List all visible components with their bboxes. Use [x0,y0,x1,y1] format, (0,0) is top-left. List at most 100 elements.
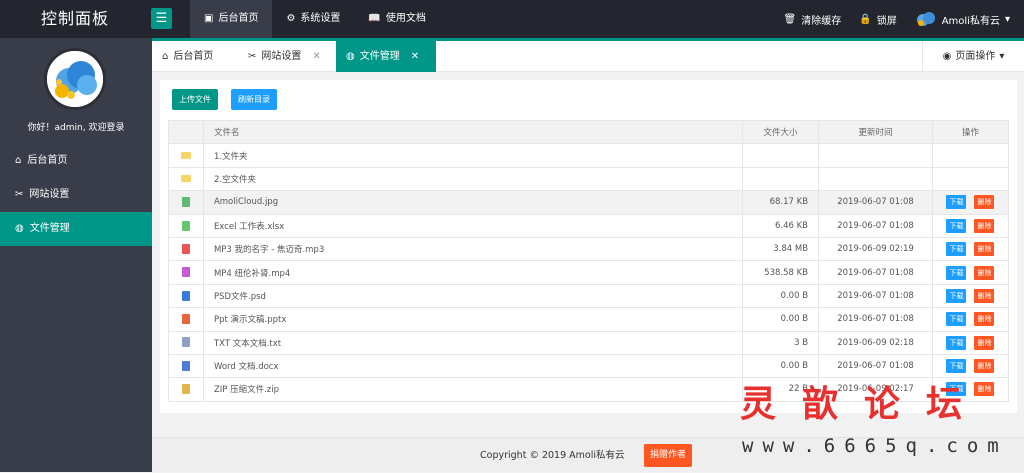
lock-icon: 🔒 [859,13,872,25]
table-row[interactable]: TXT 文本文档.txt 3 B 2019-06-09 02:18 下载 删除 [168,330,1010,355]
brand-title[interactable]: 控制面板 [0,0,150,38]
download-button[interactable]: 下载 [946,312,967,327]
delete-button[interactable]: 删除 [974,382,995,397]
table-row[interactable]: MP4 纽伦补肾.mp4 538.58 KB 2019-06-07 01:08 下载删… [168,260,1010,285]
file-time: 2019-06-07 01:08 [818,283,933,309]
page-operations-dropdown[interactable]: ◉ 页面操作 ▾ [922,41,1024,72]
upload-file-button[interactable]: 上传文件 [172,89,218,110]
tab-label: 后台首页 [173,51,214,62]
lock-screen-button[interactable]: 🔒 锁屏 [859,12,896,27]
file-actions [931,143,1010,168]
table-row[interactable]: Ppt 演示文稿.pptx 0.00 B 2019-06-07 01:08 下载 删除 [168,307,1010,332]
close-icon[interactable]: ✕ [411,41,419,72]
sidebar-item-file-manager[interactable]: ◍ 文件管理 [0,212,152,246]
menu-toggle-button[interactable]: ☰ [151,8,172,29]
topnav-item-home[interactable]: ▣ 后台首页 [190,0,273,38]
table-header-row: 文件名 文件大小 更新时间 操作 [168,119,1010,145]
download-button[interactable]: 下载 [946,335,967,350]
sidebar-item-site-settings[interactable]: ✂ 网站设置 [0,178,152,212]
top-bar: 控制面板 ☰ ▣ 后台首页 ⚙ 系统设置 📖 使用文档 🗑 清除缓存 🔒 锁屏 [0,0,1024,38]
delete-button[interactable]: 删除 [974,242,995,257]
file-actions: 下载 删除 [931,307,1010,332]
delete-button[interactable]: 删除 [974,359,995,374]
file-time: 2019-06-09 02:17 [818,377,933,402]
download-button[interactable]: 下载 [946,359,967,374]
topnav-item-docs[interactable]: 📖 使用文档 [354,0,439,38]
download-button[interactable]: 下载 [946,218,967,233]
download-button[interactable]: 下载 [946,288,967,303]
file-name[interactable]: Ppt 演示文稿.pptx [202,307,744,332]
delete-button[interactable]: 删除 [974,288,995,303]
user-menu[interactable]: Amoli私有云 ▾ [915,11,1010,27]
hamburger-icon: ☰ [155,11,168,26]
table-row[interactable]: 2.空文件夹 [168,166,1010,192]
header-time[interactable]: 更新时间 [818,119,933,145]
delete-button[interactable]: 删除 [974,335,995,350]
image-file-icon [181,197,190,208]
tab-file-manager[interactable]: ◍ 文件管理 ✕ [336,41,436,72]
file-name[interactable]: Excel 工作表.xlsx [202,213,744,238]
table-row[interactable]: 1.文件夹 [168,143,1010,168]
file-name[interactable]: MP4 纽伦补肾.mp4 [202,260,744,285]
close-icon[interactable]: ✕ [312,41,320,72]
table-row[interactable]: ZIP 压缩文件.zip 22 B 2019-06-09 02:17 下载 删除 [168,377,1010,402]
file-icon-cell [168,190,204,215]
table-row[interactable]: AmoliCloud.jpg 68.17 KB 2019-06-07 01:08 下载… [168,190,1010,215]
refresh-directory-button[interactable]: 刷新目录 [231,89,277,110]
sidebar-item-label: 网站设置 [29,189,70,200]
home-icon: ⌂ [15,155,22,166]
file-actions: 下载 删除 [931,377,1010,402]
topnav-item-settings[interactable]: ⚙ 系统设置 [272,0,354,38]
file-name[interactable]: AmoliCloud.jpg [202,190,744,215]
table-row[interactable]: PSD文件.psd 0.00 B 2019-06-07 01:08 下载 删除 [168,283,1010,309]
download-button[interactable]: 下载 [946,265,967,280]
download-button[interactable]: 下载 [946,382,967,397]
delete-button[interactable]: 删除 [974,312,995,327]
table-row[interactable]: Word 文档.docx 0.00 B 2019-06-07 01:08 下载 删除 [168,353,1010,379]
txt-file-icon [181,337,190,348]
file-size: 3.84 MB [742,236,820,262]
file-name[interactable]: ZIP 压缩文件.zip [202,377,744,402]
table-row[interactable]: MP3 我的名字 - 焦迈奇.mp3 3.84 MB 2019-06-09 02:1… [168,236,1010,262]
folder-icon [180,151,191,159]
table-row[interactable]: Excel 工作表.xlsx 6.46 KB 2019-06-07 01:08 下载删… [168,213,1010,238]
file-name[interactable]: MP3 我的名字 - 焦迈奇.mp3 [202,236,744,262]
zip-file-icon [181,384,190,395]
header-icon-col [168,119,204,145]
file-name[interactable]: TXT 文本文档.txt [202,330,744,355]
file-table-body: 1.文件夹 2.空文件夹 AmoliCloud.jpg 68.17 KB 2019-06… [168,143,1010,402]
download-button[interactable]: 下载 [946,195,967,210]
file-actions: 下载 删除 [931,190,1010,215]
file-name[interactable]: PSD文件.psd [202,283,744,309]
sidebar-item-label: 后台首页 [27,155,68,166]
footer: Copyright © 2019 Amoli私有云 捐赠作者 [152,437,1024,472]
header-name[interactable]: 文件名 [202,119,744,145]
sidebar-item-home[interactable]: ⌂ 后台首页 [0,144,152,178]
home-icon: ▣ [204,13,214,24]
file-name[interactable]: 1.文件夹 [202,143,744,168]
video-file-icon [181,267,190,278]
clear-cache-button[interactable]: 🗑 清除缓存 [784,12,842,27]
tab-site-settings[interactable]: ✂ 网站设置 ✕ [238,41,336,72]
download-button[interactable]: 下载 [946,242,967,257]
delete-button[interactable]: 删除 [974,195,995,210]
copyright-text: Copyright © 2019 Amoli私有云 [480,450,625,461]
file-panel: 上传文件 刷新目录 文件名 文件大小 更新时间 操作 1.文件夹 2.空文件夹 Am… [160,80,1017,413]
audio-file-icon [181,243,190,254]
tab-home[interactable]: ⌂ 后台首页 [152,41,236,72]
file-actions: 下载 删除 [931,353,1010,379]
delete-button[interactable]: 删除 [974,218,995,233]
psd-file-icon [181,290,190,301]
file-actions: 下载 删除 [931,283,1010,309]
file-name[interactable]: 2.空文件夹 [202,166,744,192]
header-size[interactable]: 文件大小 [742,119,820,145]
cloud-avatar-icon [916,12,935,26]
file-time [818,166,933,192]
globe-icon: ◍ [346,51,355,62]
donate-button[interactable]: 捐赠作者 [644,444,693,467]
file-icon-cell [168,307,204,332]
delete-button[interactable]: 删除 [974,265,995,280]
sidebar-item-label: 文件管理 [29,223,70,234]
file-icon-cell [168,213,204,238]
file-name[interactable]: Word 文档.docx [202,353,744,379]
